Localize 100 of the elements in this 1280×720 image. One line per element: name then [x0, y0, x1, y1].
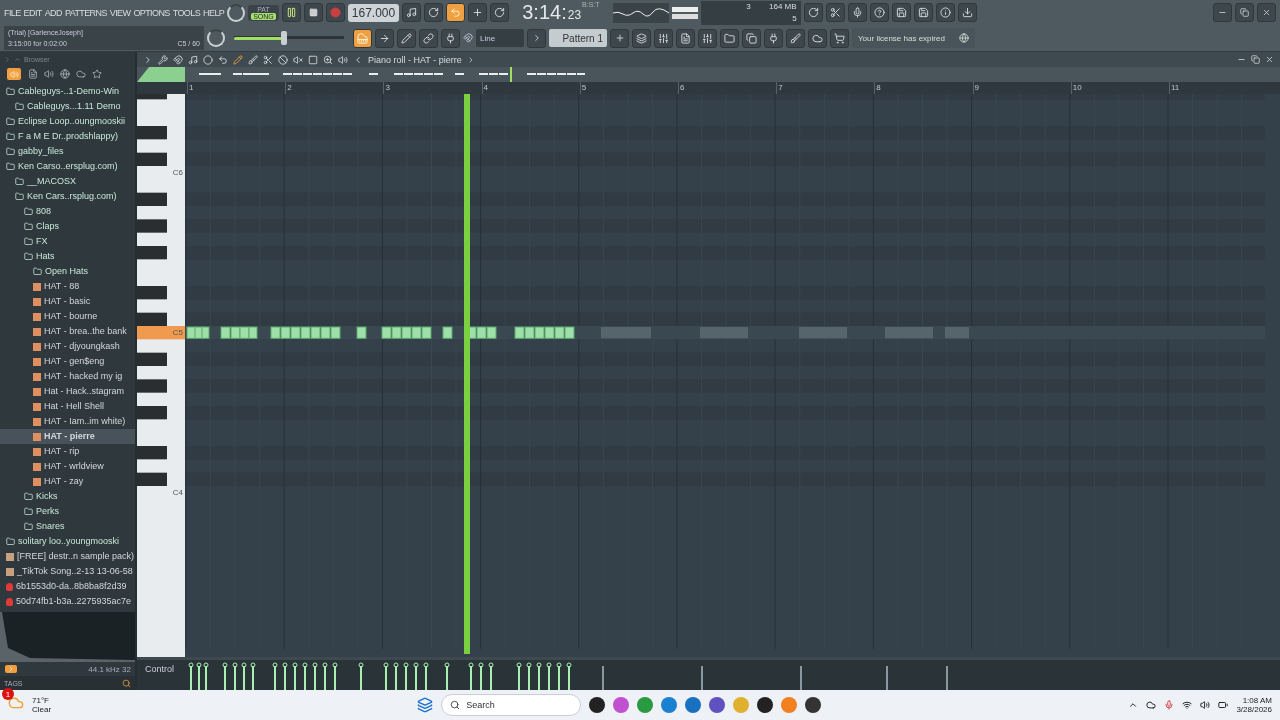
browser-item[interactable]: Eclipse Loop..oungmooskii: [0, 114, 135, 129]
cart-button[interactable]: [830, 28, 849, 48]
browser-item[interactable]: HAT - gen$eng: [0, 354, 135, 369]
restore-button[interactable]: [1235, 3, 1254, 23]
countdown-button[interactable]: [446, 3, 466, 23]
browser-item[interactable]: _TikTok Song..2-13 13-06-58: [0, 564, 135, 579]
menu-item[interactable]: VIEW: [109, 7, 131, 18]
loop-icon: [494, 7, 506, 19]
menu-item[interactable]: HELP: [203, 7, 225, 18]
taskbar-clock[interactable]: 1:08 AM 3/28/2026: [1236, 696, 1272, 714]
taskbar-search[interactable]: Search: [441, 694, 582, 716]
typing-keyboard-button[interactable]: [353, 28, 372, 48]
snap-dropdown[interactable]: Line: [476, 29, 524, 48]
piano-keyboard[interactable]: C6 C5 C4: [137, 94, 185, 657]
play-sample-button[interactable]: [4, 664, 18, 674]
info-button[interactable]: [935, 3, 955, 23]
loop-button[interactable]: [490, 3, 510, 23]
edge-icon[interactable]: [661, 697, 678, 713]
step-button[interactable]: [468, 3, 488, 23]
menu-item[interactable]: PATTERNS: [64, 7, 107, 18]
browser-item[interactable]: HAT - pierre: [0, 429, 135, 444]
search-icon: [450, 700, 461, 710]
download-button[interactable]: [957, 3, 977, 23]
browser-item[interactable]: Snares: [0, 519, 135, 534]
browser-item[interactable]: HAT - bourne: [0, 309, 135, 324]
browser-item[interactable]: Hat - Hell Shell: [0, 399, 135, 414]
store-icon[interactable]: [685, 697, 702, 713]
folder-icon: [15, 102, 24, 111]
browser-item[interactable]: F a M E Dr..prodshlappy): [0, 129, 135, 144]
volume-knob[interactable]: [207, 29, 225, 48]
browser-item[interactable]: Kicks: [0, 489, 135, 504]
folder-icon: [6, 117, 15, 126]
browser-item[interactable]: Claps: [0, 219, 135, 234]
save-as-button[interactable]: [913, 3, 933, 23]
browser-item[interactable]: HAT - zay: [0, 474, 135, 489]
clipboard-button[interactable]: [742, 28, 761, 48]
add-pattern-button[interactable]: [610, 28, 629, 48]
menu-item[interactable]: TOOLS: [172, 7, 201, 18]
browser-item[interactable]: HAT - djyoungkash: [0, 339, 135, 354]
browser-item[interactable]: 50d74fb1-b3a..2275935ac7e: [0, 594, 135, 609]
cart-icon: [834, 32, 845, 44]
browser-item[interactable]: Ken Carso..ersplug.com): [0, 159, 135, 174]
pitch-knob[interactable]: [227, 3, 246, 22]
browser-item[interactable]: 6b1553d0-da..8b8ba8f2d39: [0, 579, 135, 594]
browser-item[interactable]: HAT - rip: [0, 444, 135, 459]
browser-item[interactable]: Hats: [0, 249, 135, 264]
undo-button[interactable]: [803, 3, 823, 23]
stop-button[interactable]: [303, 3, 323, 23]
browser-item[interactable]: FX: [0, 234, 135, 249]
save-button[interactable]: [891, 3, 911, 23]
browser-item[interactable]: HAT - Iam..im white): [0, 414, 135, 429]
metronome-button[interactable]: [402, 3, 422, 23]
browser-item[interactable]: Cableguys-..1-Demo-Win: [0, 84, 135, 99]
menu-item[interactable]: ADD: [44, 7, 62, 18]
link-button[interactable]: [419, 28, 438, 48]
all-tab[interactable]: [6, 67, 22, 81]
task-view-icon[interactable]: [589, 697, 606, 713]
app-icon[interactable]: [757, 697, 774, 713]
browser-item[interactable]: __MACOSX: [0, 174, 135, 189]
plugin-button[interactable]: [764, 28, 783, 48]
media-player-icon[interactable]: [805, 697, 822, 713]
tempo-display[interactable]: 167.000: [347, 3, 400, 22]
piano-roll-button[interactable]: [654, 28, 673, 48]
pattern-selector[interactable]: Pattern 1: [549, 29, 607, 48]
menu-item[interactable]: OPTIONS: [133, 7, 170, 18]
help-button[interactable]: [869, 3, 889, 23]
channel-rack-button[interactable]: [676, 28, 695, 48]
browser-item[interactable]: [FREE] destr..n sample pack): [0, 549, 135, 564]
browser-item[interactable]: HAT - basic: [0, 294, 135, 309]
mixer-button[interactable]: [698, 28, 717, 48]
copilot-icon[interactable]: [613, 697, 630, 713]
slider-thumb[interactable]: [280, 31, 287, 46]
browser-icon[interactable]: [637, 697, 654, 713]
cut-button[interactable]: [825, 3, 845, 23]
browser-item[interactable]: Perks: [0, 504, 135, 519]
close-button[interactable]: [1257, 3, 1276, 23]
pencil-button[interactable]: [397, 28, 416, 48]
highlighted-key[interactable]: [137, 326, 185, 340]
start-button[interactable]: [417, 697, 434, 713]
star-icon: [92, 69, 102, 79]
menu-item[interactable]: FILE: [4, 7, 21, 18]
browser-item[interactable]: solitary loo..youngmooski: [0, 534, 135, 549]
browser-item[interactable]: Cableguys...1.11 Demo: [0, 99, 135, 114]
browser-item[interactable]: Hat - Hack..stagram: [0, 384, 135, 399]
arrow-button[interactable]: [375, 28, 394, 48]
playlist-button[interactable]: [632, 28, 651, 48]
weather-widget[interactable]: 71°F Clear: [32, 696, 52, 714]
browser-item[interactable]: 808: [0, 204, 135, 219]
browser-item[interactable]: HAT - wrldview: [0, 459, 135, 474]
menu-item[interactable]: EDIT: [23, 7, 42, 18]
browser-item[interactable]: Ken Cars..rsplug.com): [0, 189, 135, 204]
teams-icon[interactable]: [709, 697, 726, 713]
browser-item[interactable]: HAT - brea..the bank: [0, 324, 135, 339]
browser-item[interactable]: Open Hats: [0, 264, 135, 279]
browser-item[interactable]: HAT - hacked my ig: [0, 369, 135, 384]
mic-icon[interactable]: [847, 3, 867, 23]
browser-button[interactable]: [720, 28, 739, 48]
wait-button[interactable]: [424, 3, 444, 23]
browser-item[interactable]: HAT - 88: [0, 279, 135, 294]
browser-item[interactable]: gabby_files: [0, 144, 135, 159]
